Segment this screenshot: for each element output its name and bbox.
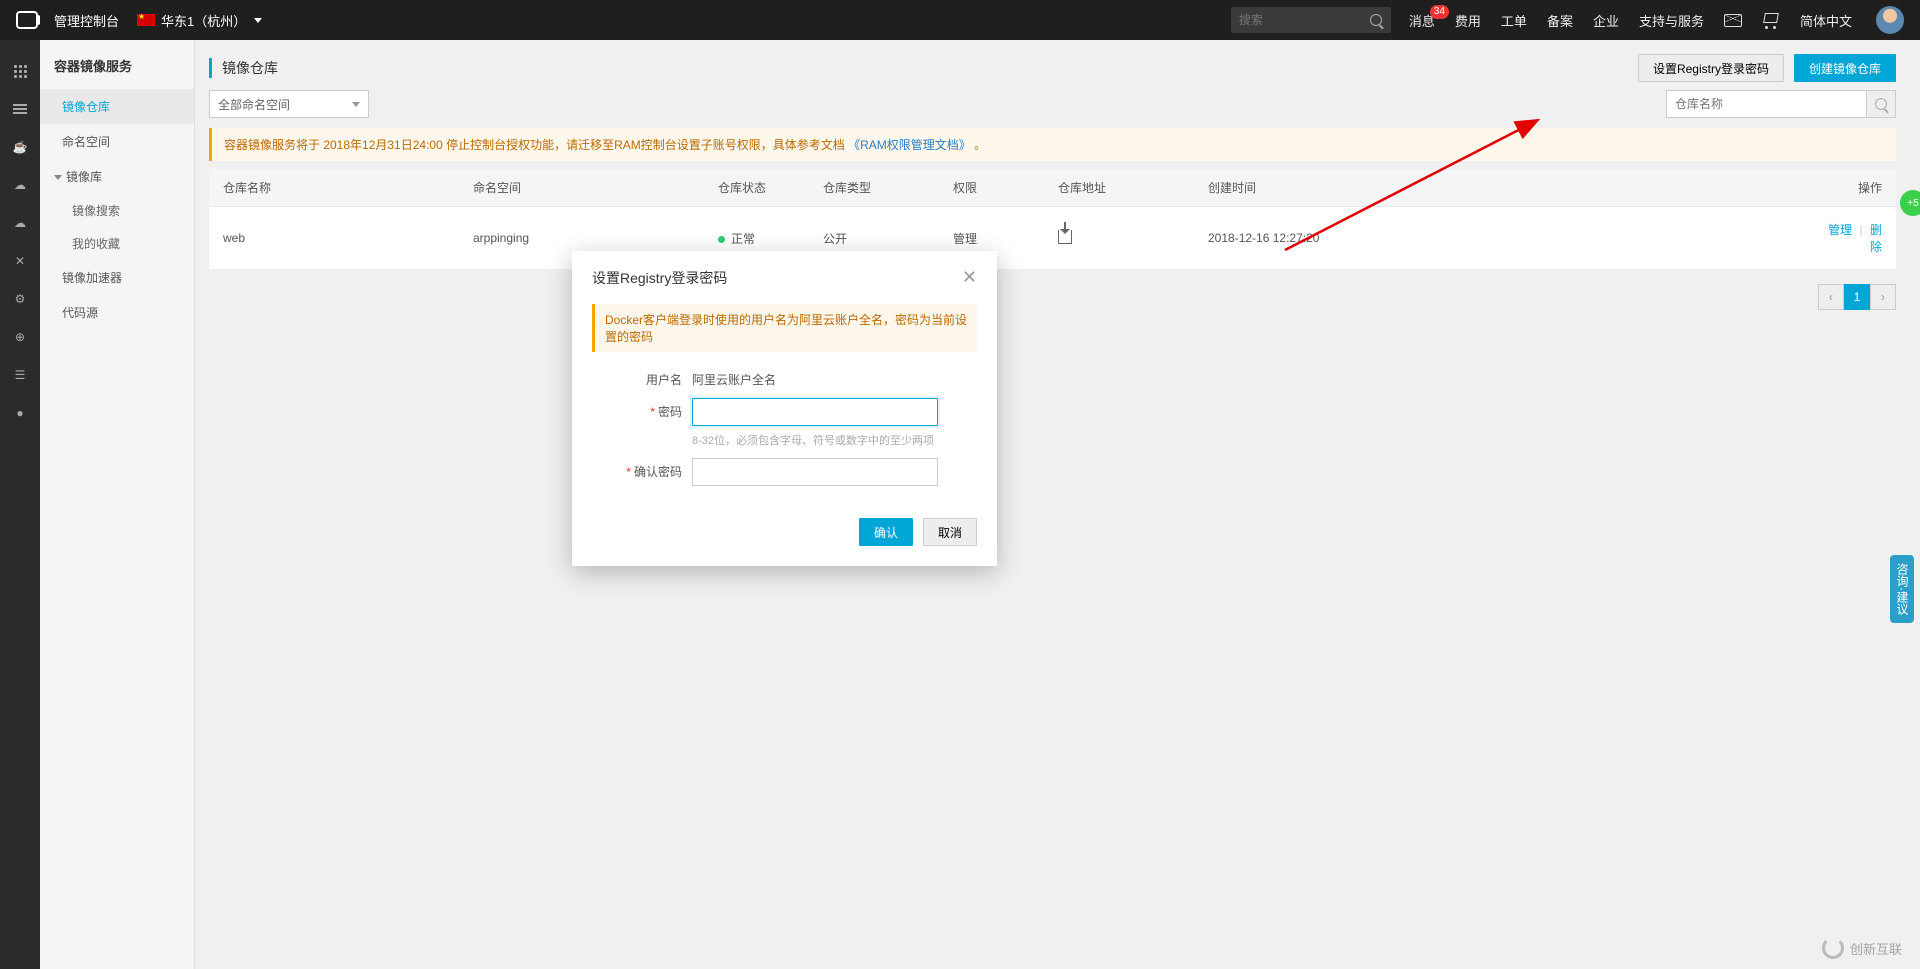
nodes-icon[interactable]: ⚙ xyxy=(11,290,29,308)
cell-actions: 管理 | 删除 xyxy=(1806,207,1896,270)
label-password: *密码 xyxy=(592,398,692,420)
label-username: 用户名 xyxy=(592,366,692,388)
create-repo-button[interactable]: 创建镜像仓库 xyxy=(1794,54,1896,82)
nav-support[interactable]: 支持与服务 xyxy=(1639,11,1704,30)
confirm-password-input[interactable] xyxy=(692,458,938,486)
more-icon[interactable]: ☰ xyxy=(11,366,29,384)
apps-icon[interactable] xyxy=(11,62,29,80)
tools-icon[interactable]: ✕ xyxy=(11,252,29,270)
download-icon xyxy=(1058,230,1072,244)
cloud-upload-icon[interactable]: ☁ xyxy=(11,214,29,232)
action-manage[interactable]: 管理 xyxy=(1828,223,1852,237)
repo-name-search-input[interactable] xyxy=(1666,90,1866,118)
close-icon[interactable]: ✕ xyxy=(962,267,977,288)
nav-language[interactable]: 简体中文 xyxy=(1800,11,1852,30)
repo-search-button[interactable] xyxy=(1866,90,1896,118)
action-delete[interactable]: 删除 xyxy=(1870,223,1882,254)
product-rail: ☕ ☁ ☁ ✕ ⚙ ⊕ ☰ ● xyxy=(0,40,40,969)
search-icon xyxy=(1875,98,1887,110)
float-points-badge[interactable]: +5 xyxy=(1900,190,1920,216)
password-input[interactable] xyxy=(692,398,938,426)
global-search-input[interactable] xyxy=(1231,13,1361,27)
set-registry-password-button[interactable]: 设置Registry登录密码 xyxy=(1638,54,1784,82)
pager-page-1[interactable]: 1 xyxy=(1844,284,1870,310)
watermark: 创新互联 xyxy=(1822,937,1902,959)
pagination: ‹ 1 › xyxy=(195,270,1920,324)
table-row: web arppinging 正常 公开 管理 2018-12-16 12:27… xyxy=(209,207,1896,270)
value-username: 阿里云账户全名 xyxy=(692,366,776,388)
notice-suffix: 。 xyxy=(974,138,986,152)
nav-group-images-label: 镜像库 xyxy=(66,170,102,184)
flag-cn-icon xyxy=(137,14,155,26)
float-feedback-panel[interactable]: 咨询·建议 xyxy=(1890,555,1914,623)
namespace-dropdown[interactable]: 全部命名空间 xyxy=(209,90,369,118)
nav-record[interactable]: 备案 xyxy=(1547,11,1573,30)
th-address: 仓库地址 xyxy=(1044,169,1194,207)
global-search[interactable] xyxy=(1231,7,1391,33)
page-title: 镜像仓库 xyxy=(209,58,278,78)
cart-icon[interactable] xyxy=(1762,13,1780,27)
nav-item-code-source[interactable]: 代码源 xyxy=(40,295,194,330)
nav-workorder[interactable]: 工单 xyxy=(1501,11,1527,30)
repos-table: 仓库名称 命名空间 仓库状态 仓库类型 权限 仓库地址 创建时间 操作 web … xyxy=(209,169,1896,270)
nav-fees[interactable]: 费用 xyxy=(1455,11,1481,30)
namespace-dropdown-label: 全部命名空间 xyxy=(218,96,290,113)
nav-item-image-search[interactable]: 镜像搜索 xyxy=(40,194,194,227)
watermark-text: 创新互联 xyxy=(1850,939,1902,958)
confirm-button[interactable]: 确认 xyxy=(859,518,913,546)
th-namespace: 命名空间 xyxy=(459,169,704,207)
th-created: 创建时间 xyxy=(1194,169,1806,207)
cloud-icon[interactable]: ☁ xyxy=(11,176,29,194)
nav-item-favorites[interactable]: 我的收藏 xyxy=(40,227,194,260)
nav-messages[interactable]: 消息 34 xyxy=(1409,11,1435,30)
modal-title: 设置Registry登录密码 xyxy=(592,268,727,288)
nav-group-images[interactable]: 镜像库 xyxy=(40,159,194,194)
chevron-down-icon xyxy=(352,102,360,107)
region-selector[interactable]: 华东1（杭州） xyxy=(137,11,262,30)
cell-created: 2018-12-16 12:27:20 xyxy=(1194,207,1806,270)
modal-notice: Docker客户端登录时使用的用户名为阿里云账户全名，密码为当前设置的密码 xyxy=(592,304,977,352)
region-label: 华东1（杭州） xyxy=(161,11,246,30)
deprecation-notice: 容器镜像服务将于 2018年12月31日24:00 停止控制台授权功能，请迁移至… xyxy=(209,128,1896,161)
nav-item-repos[interactable]: 镜像仓库 xyxy=(40,89,194,124)
nav-item-namespaces[interactable]: 命名空间 xyxy=(40,124,194,159)
th-actions: 操作 xyxy=(1806,169,1896,207)
console-title: 管理控制台 xyxy=(54,11,119,30)
chevron-down-icon xyxy=(54,175,62,180)
list-icon[interactable] xyxy=(11,100,29,118)
messages-badge: 34 xyxy=(1430,5,1449,19)
th-permission: 权限 xyxy=(939,169,1044,207)
th-type: 仓库类型 xyxy=(809,169,939,207)
status-dot-icon xyxy=(718,236,725,243)
cell-name: web xyxy=(209,207,459,270)
avatar[interactable] xyxy=(1876,6,1904,34)
password-hint: 8-32位，必须包含字母、符号或数字中的至少两项 xyxy=(692,432,938,448)
watermark-icon xyxy=(1822,937,1844,959)
dot-icon[interactable]: ● xyxy=(11,404,29,422)
set-password-modal: 设置Registry登录密码 ✕ Docker客户端登录时使用的用户名为阿里云账… xyxy=(572,251,997,566)
pager-next[interactable]: › xyxy=(1870,284,1896,310)
service-name: 容器镜像服务 xyxy=(40,40,194,89)
notice-text: 容器镜像服务将于 2018年12月31日24:00 停止控制台授权功能，请迁移至… xyxy=(224,138,845,152)
global-search-button[interactable] xyxy=(1361,7,1391,33)
brand-logo[interactable] xyxy=(16,11,38,29)
th-status: 仓库状态 xyxy=(704,169,809,207)
cancel-button[interactable]: 取消 xyxy=(923,518,977,546)
notice-link[interactable]: 《RAM权限管理文档》 xyxy=(848,138,971,152)
globe-icon[interactable]: ⊕ xyxy=(11,328,29,346)
nav-enterprise[interactable]: 企业 xyxy=(1593,11,1619,30)
side-nav: 容器镜像服务 镜像仓库 命名空间 镜像库 镜像搜索 我的收藏 镜像加速器 代码源 xyxy=(40,40,195,969)
pager-prev[interactable]: ‹ xyxy=(1818,284,1844,310)
nav-item-accelerator[interactable]: 镜像加速器 xyxy=(40,260,194,295)
cup-icon[interactable]: ☕ xyxy=(11,138,29,156)
label-confirm-password: *确认密码 xyxy=(592,458,692,480)
search-icon xyxy=(1370,14,1382,26)
cell-address[interactable] xyxy=(1044,207,1194,270)
th-name: 仓库名称 xyxy=(209,169,459,207)
cell-status-text: 正常 xyxy=(731,232,755,246)
mail-icon[interactable] xyxy=(1724,14,1742,27)
chevron-down-icon xyxy=(254,18,262,23)
